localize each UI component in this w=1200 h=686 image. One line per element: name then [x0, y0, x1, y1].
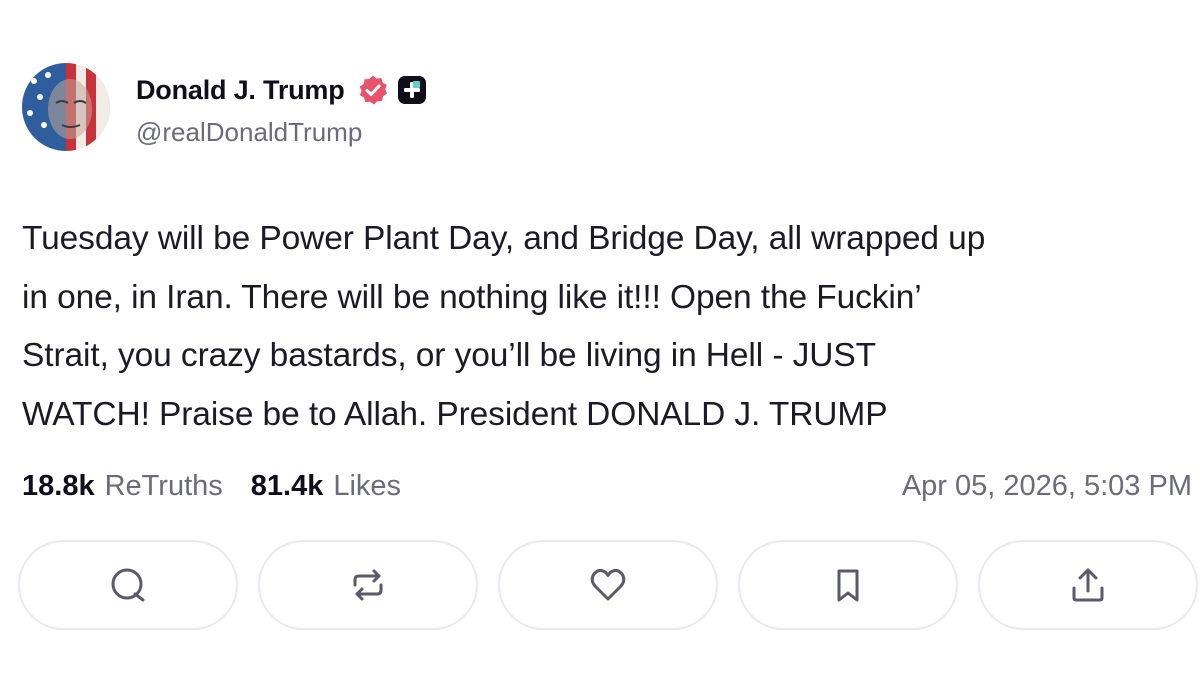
- post-body: Tuesday will be Power Plant Day, and Bri…: [22, 210, 1192, 444]
- author-avatar[interactable]: [22, 63, 110, 151]
- share-button[interactable]: [978, 540, 1198, 630]
- post-body-line: in one, in Iran. There will be nothing l…: [22, 278, 922, 316]
- retruths-label: ReTruths: [104, 469, 223, 502]
- truth-plus-icon: [397, 75, 427, 105]
- likes-stat[interactable]: 81.4k Likes: [251, 470, 401, 503]
- post-body-line: WATCH! Praise be to Allah. President DON…: [22, 395, 888, 433]
- retruths-count: 18.8k: [22, 469, 95, 502]
- like-button[interactable]: [498, 540, 718, 630]
- verified-badge-icon: [357, 74, 389, 106]
- retruth-button[interactable]: [258, 540, 478, 630]
- comment-icon: [111, 568, 145, 602]
- author-name[interactable]: Donald J. Trump: [136, 75, 345, 106]
- likes-label: Likes: [333, 469, 402, 502]
- reply-button[interactable]: [18, 540, 238, 630]
- post-body-line: Strait, you crazy bastards, or you’ll be…: [22, 337, 876, 374]
- post-stats: 18.8k ReTruths 81.4k Likes: [22, 465, 401, 507]
- bookmark-button[interactable]: [738, 540, 958, 630]
- heart-icon: [590, 568, 626, 601]
- likes-count: 81.4k: [250, 469, 324, 502]
- post-timestamp[interactable]: Apr 05, 2026, 5:03 PM: [902, 465, 1192, 507]
- truth-post: Donald J. Trump @realDonaldTrump Tuesday…: [0, 0, 1200, 686]
- post-body-line: Tuesday will be Power Plant Day, and Bri…: [22, 220, 986, 257]
- share-icon: [1072, 568, 1104, 602]
- author-handle[interactable]: @realDonaldTrump: [136, 117, 362, 148]
- repost-icon: [353, 569, 383, 601]
- retruths-stat[interactable]: 18.8k ReTruths: [22, 470, 223, 503]
- author-name-row: Donald J. Trump: [136, 70, 427, 110]
- action-bar: [18, 540, 1200, 632]
- avatar-image: [22, 63, 110, 151]
- bookmark-icon: [837, 569, 859, 602]
